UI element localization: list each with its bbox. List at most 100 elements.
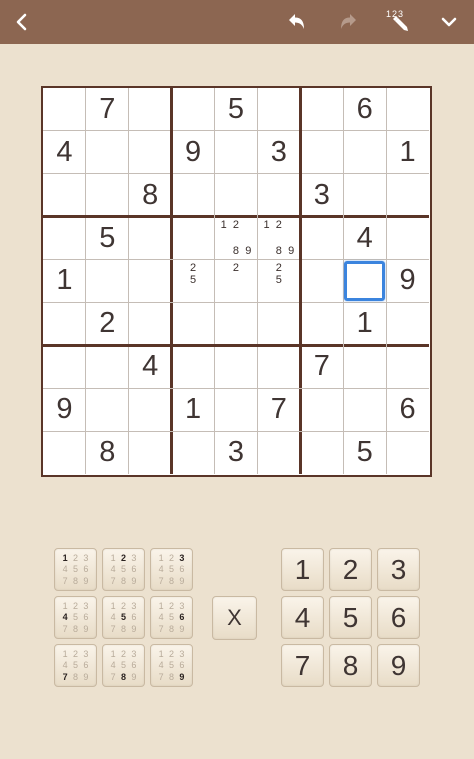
pencil-digit-button-5[interactable]: 123 456 789 bbox=[102, 596, 145, 639]
sudoku-cell-r8c6[interactable]: 7 bbox=[257, 388, 300, 431]
sudoku-cell-r4c3[interactable] bbox=[129, 217, 172, 260]
sudoku-cell-r7c2[interactable] bbox=[86, 345, 129, 388]
sudoku-cell-r2c7[interactable] bbox=[300, 131, 343, 174]
sudoku-cell-r7c9[interactable] bbox=[386, 345, 429, 388]
sudoku-cell-r4c7[interactable] bbox=[300, 217, 343, 260]
sudoku-cell-r6c6[interactable] bbox=[257, 302, 300, 345]
sudoku-cell-r6c9[interactable] bbox=[386, 302, 429, 345]
sudoku-cell-r3c7[interactable]: 3 bbox=[300, 174, 343, 217]
sudoku-cell-r4c4[interactable] bbox=[172, 217, 215, 260]
number-button-3[interactable]: 3 bbox=[377, 548, 420, 591]
sudoku-cell-r7c8[interactable] bbox=[343, 345, 386, 388]
number-button-1[interactable]: 1 bbox=[281, 548, 324, 591]
pencil-digit-button-6[interactable]: 123 456 789 bbox=[150, 596, 193, 639]
sudoku-cell-r9c4[interactable] bbox=[172, 431, 215, 474]
sudoku-cell-r9c5[interactable]: 3 bbox=[215, 431, 258, 474]
sudoku-cell-r9c3[interactable] bbox=[129, 431, 172, 474]
sudoku-cell-r9c9[interactable] bbox=[386, 431, 429, 474]
sudoku-cell-r1c1[interactable] bbox=[43, 88, 86, 131]
sudoku-cell-r3c4[interactable] bbox=[172, 174, 215, 217]
sudoku-cell-r6c2[interactable]: 2 bbox=[86, 302, 129, 345]
sudoku-cell-r4c9[interactable] bbox=[386, 217, 429, 260]
sudoku-cell-r2c2[interactable] bbox=[86, 131, 129, 174]
sudoku-cell-r7c6[interactable] bbox=[257, 345, 300, 388]
sudoku-cell-r2c4[interactable]: 9 bbox=[172, 131, 215, 174]
sudoku-cell-r7c3[interactable]: 4 bbox=[129, 345, 172, 388]
sudoku-cell-r3c3[interactable]: 8 bbox=[129, 174, 172, 217]
sudoku-cell-r2c5[interactable] bbox=[215, 131, 258, 174]
sudoku-cell-r2c3[interactable] bbox=[129, 131, 172, 174]
menu-button[interactable] bbox=[427, 0, 471, 44]
sudoku-cell-r6c5[interactable] bbox=[215, 302, 258, 345]
sudoku-cell-r3c8[interactable] bbox=[343, 174, 386, 217]
sudoku-cell-r6c1[interactable] bbox=[43, 302, 86, 345]
sudoku-cell-r4c1[interactable] bbox=[43, 217, 86, 260]
sudoku-cell-r2c8[interactable] bbox=[343, 131, 386, 174]
sudoku-cell-r1c2[interactable]: 7 bbox=[86, 88, 129, 131]
sudoku-cell-r1c7[interactable] bbox=[300, 88, 343, 131]
sudoku-cell-r3c9[interactable] bbox=[386, 174, 429, 217]
sudoku-cell-r8c7[interactable] bbox=[300, 388, 343, 431]
number-button-5[interactable]: 5 bbox=[329, 596, 372, 639]
number-button-6[interactable]: 6 bbox=[377, 596, 420, 639]
number-button-8[interactable]: 8 bbox=[329, 644, 372, 687]
number-button-4[interactable]: 4 bbox=[281, 596, 324, 639]
sudoku-cell-r7c5[interactable] bbox=[215, 345, 258, 388]
sudoku-cell-r8c3[interactable] bbox=[129, 388, 172, 431]
sudoku-cell-r1c8[interactable]: 6 bbox=[343, 88, 386, 131]
sudoku-cell-r9c1[interactable] bbox=[43, 431, 86, 474]
sudoku-cell-r6c8[interactable]: 1 bbox=[343, 302, 386, 345]
back-button[interactable] bbox=[0, 0, 44, 44]
pencil-digit-button-4[interactable]: 123 456 789 bbox=[54, 596, 97, 639]
sudoku-cell-r1c4[interactable] bbox=[172, 88, 215, 131]
sudoku-cell-r1c5[interactable]: 5 bbox=[215, 88, 258, 131]
sudoku-cell-r5c2[interactable] bbox=[86, 260, 129, 303]
sudoku-cell-r9c6[interactable] bbox=[257, 431, 300, 474]
sudoku-cell-r3c5[interactable] bbox=[215, 174, 258, 217]
redo-button[interactable] bbox=[326, 0, 370, 44]
sudoku-cell-r1c9[interactable] bbox=[386, 88, 429, 131]
sudoku-cell-r5c9[interactable]: 9 bbox=[386, 260, 429, 303]
pencil-digit-button-7[interactable]: 123 456 789 bbox=[54, 644, 97, 687]
sudoku-cell-r6c7[interactable] bbox=[300, 302, 343, 345]
sudoku-cell-r7c7[interactable]: 7 bbox=[300, 345, 343, 388]
pencil-mode-button[interactable]: 123 bbox=[377, 0, 421, 44]
sudoku-cell-r3c6[interactable] bbox=[257, 174, 300, 217]
sudoku-cell-r2c6[interactable]: 3 bbox=[257, 131, 300, 174]
sudoku-cell-r1c6[interactable] bbox=[257, 88, 300, 131]
pencil-digit-button-8[interactable]: 123 456 789 bbox=[102, 644, 145, 687]
pencil-digit-button-1[interactable]: 123 456 789 bbox=[54, 548, 97, 591]
sudoku-cell-r3c1[interactable] bbox=[43, 174, 86, 217]
sudoku-cell-r2c1[interactable]: 4 bbox=[43, 131, 86, 174]
sudoku-cell-r6c4[interactable] bbox=[172, 302, 215, 345]
number-button-7[interactable]: 7 bbox=[281, 644, 324, 687]
sudoku-cell-r4c8[interactable]: 4 bbox=[343, 217, 386, 260]
sudoku-cell-r5c7[interactable] bbox=[300, 260, 343, 303]
undo-button[interactable] bbox=[275, 0, 319, 44]
sudoku-cell-r8c8[interactable] bbox=[343, 388, 386, 431]
number-button-2[interactable]: 2 bbox=[329, 548, 372, 591]
sudoku-cell-r8c9[interactable]: 6 bbox=[386, 388, 429, 431]
sudoku-cell-r9c8[interactable]: 5 bbox=[343, 431, 386, 474]
sudoku-cell-r6c3[interactable] bbox=[129, 302, 172, 345]
sudoku-cell-r8c4[interactable]: 1 bbox=[172, 388, 215, 431]
sudoku-cell-r8c1[interactable]: 9 bbox=[43, 388, 86, 431]
sudoku-cell-r1c3[interactable] bbox=[129, 88, 172, 131]
clear-button[interactable]: X bbox=[212, 596, 257, 640]
pencil-digit-button-9[interactable]: 123 456 789 bbox=[150, 644, 193, 687]
sudoku-cell-r8c5[interactable] bbox=[215, 388, 258, 431]
sudoku-cell-r7c1[interactable] bbox=[43, 345, 86, 388]
sudoku-cell-r8c2[interactable] bbox=[86, 388, 129, 431]
sudoku-cell-r4c2[interactable]: 5 bbox=[86, 217, 129, 260]
sudoku-cell-r5c1[interactable]: 1 bbox=[43, 260, 86, 303]
sudoku-cell-r5c3[interactable] bbox=[129, 260, 172, 303]
sudoku-cell-r9c7[interactable] bbox=[300, 431, 343, 474]
sudoku-cell-r7c4[interactable] bbox=[172, 345, 215, 388]
pencil-digit-button-2[interactable]: 123 456 789 bbox=[102, 548, 145, 591]
sudoku-cell-r9c2[interactable]: 8 bbox=[86, 431, 129, 474]
sudoku-cell-r3c2[interactable] bbox=[86, 174, 129, 217]
pencil-mini-digit: 6 bbox=[179, 660, 185, 671]
sudoku-cell-r2c9[interactable]: 1 bbox=[386, 131, 429, 174]
pencil-digit-button-3[interactable]: 123 456 789 bbox=[150, 548, 193, 591]
number-button-9[interactable]: 9 bbox=[377, 644, 420, 687]
